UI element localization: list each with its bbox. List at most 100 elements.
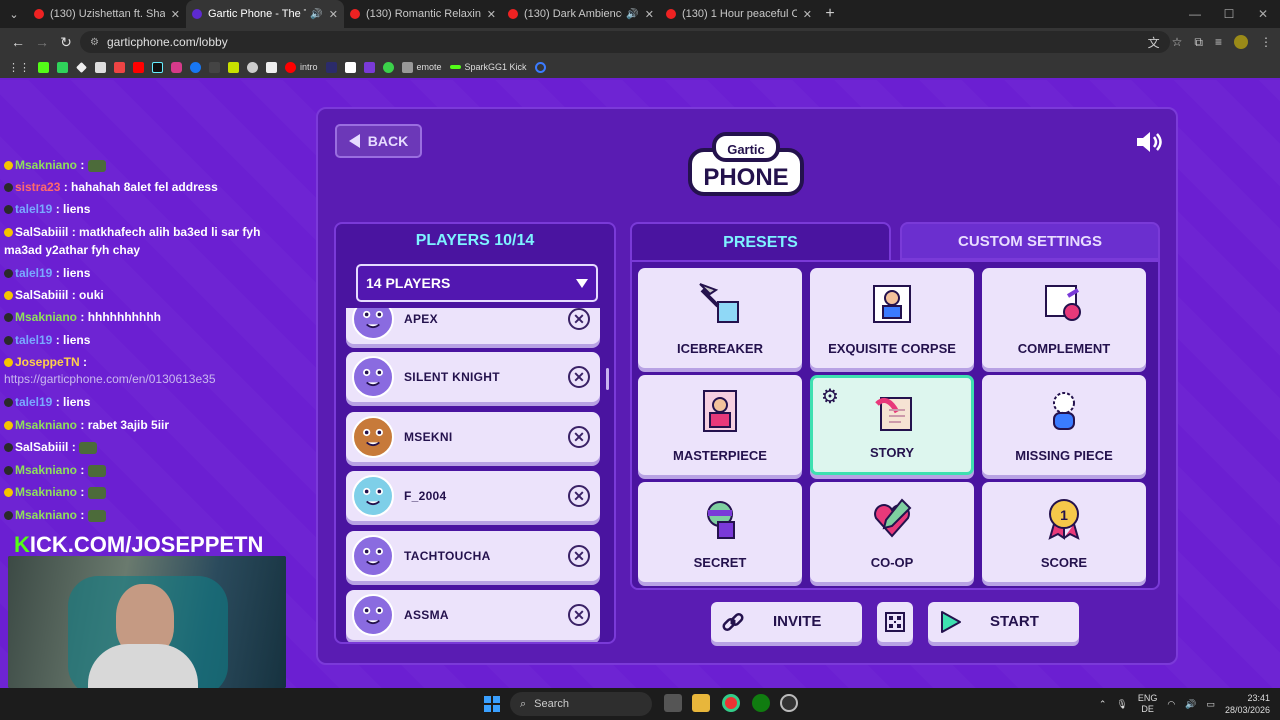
preset-card-secret[interactable]: SECRET [638,482,802,582]
preset-card-complement[interactable]: COMPLEMENT [982,268,1146,368]
site-info-icon[interactable]: ⚙ [90,37,99,48]
browser-tab[interactable]: (130) Uzishettan ft. Shaw - Hab ✕ [28,0,186,28]
microphone-icon[interactable]: 🎙 [1116,699,1127,710]
player-row: F_2004 ✕ [346,471,600,521]
speaker-icon[interactable] [1134,130,1164,154]
preset-card-masterpiece[interactable]: MASTERPIECE [638,375,802,475]
clock[interactable]: 23:41 28/03/2026 [1225,692,1270,716]
profile-avatar[interactable] [1234,35,1248,49]
bookmark-camera-icon[interactable] [247,61,258,73]
bookmark-scan-icon[interactable] [266,61,277,73]
url-field[interactable]: ⚙ garticphone.com/lobby [80,31,1170,53]
kick-player-close-icon[interactable]: ✕ [568,485,590,507]
browser-tab[interactable]: (130) Romantic Relaxing Music ✕ [344,0,502,28]
tab-close-icon[interactable]: ✕ [487,8,496,21]
players-scrollbar[interactable] [606,368,609,390]
tab-custom-settings[interactable]: CUSTOM SETTINGS [900,222,1160,260]
kick-player-close-icon[interactable]: ✕ [568,545,590,567]
preset-card-icebreaker[interactable]: ICEBREAKER [638,268,802,368]
language-indicator[interactable]: ENG DE [1138,693,1158,715]
url-text: garticphone.com/lobby [106,35,228,49]
preset-card-missing-piece[interactable]: MISSING PIECE [982,375,1146,475]
gear-icon[interactable]: ⚙ [821,384,839,409]
bookmark-circle-icon[interactable] [382,61,394,73]
browser-menu-icon[interactable]: ⋮ [1260,35,1272,49]
bookmark-youtube-icon[interactable] [133,61,144,73]
tab-search-button[interactable]: ⌄ [0,0,28,28]
back-nav-icon[interactable]: ← [6,34,30,50]
chrome-icon[interactable] [722,694,740,712]
bookmark-emote[interactable]: emote [401,61,442,73]
tab-title: (130) Romantic Relaxing Music [366,8,481,20]
extensions-icon[interactable]: ⧉ [1194,35,1203,50]
player-count-select[interactable]: 14 PLAYERS [356,264,598,302]
bookmark-gmail-icon[interactable] [114,61,125,73]
task-view-icon[interactable] [664,694,682,712]
invite-button[interactable]: INVITE [711,602,862,642]
translate-icon[interactable]: 文 [1148,34,1160,51]
volume-icon[interactable]: 🔊 [1185,699,1196,710]
preset-card-co-op[interactable]: CO-OP [810,482,974,582]
tab-audio-icon[interactable]: 🔊 [626,9,638,20]
xbox-icon[interactable] [752,694,770,712]
tab-close-icon[interactable]: ✕ [329,8,338,21]
tab-close-icon[interactable]: ✕ [171,8,180,21]
kick-player-close-icon[interactable]: ✕ [568,426,590,448]
bookmark-t-icon[interactable] [95,61,106,73]
minimize-button[interactable]: — [1178,0,1212,28]
reload-icon[interactable]: ↻ [54,34,78,51]
new-tab-button[interactable]: + [818,5,842,23]
bookmark-instagram-icon[interactable] [171,61,182,73]
bookmark-meta-icon[interactable] [534,61,546,73]
close-window-button[interactable]: ✕ [1246,0,1280,28]
kick-player-close-icon[interactable]: ✕ [568,604,590,626]
chat-message: Msakniano : [4,463,106,478]
bookmark-green-icon[interactable] [228,61,239,73]
battery-icon[interactable]: ▭ [1206,699,1215,710]
bookmark-d-icon[interactable] [57,61,68,73]
bookmark-tiktok-icon[interactable] [152,61,163,73]
windows-start-icon[interactable] [484,696,500,712]
players-list[interactable]: APEX ✕ SILENT KNIGHT ✕ MSEKNI ✕ F_2004 ✕ TACHTOU… [336,308,614,642]
bookmark-kick-icon[interactable] [38,61,49,73]
chat-username: SalSabiiil [15,225,69,239]
browser-tab[interactable]: Gartic Phone - The Telepho 🔊 ✕ [186,0,344,28]
chat-emote-icon [87,509,106,522]
back-button[interactable]: BACK [335,124,422,158]
bookmark-star-icon[interactable]: ☆ [1172,35,1183,49]
maximize-button[interactable]: ☐ [1212,0,1246,28]
bookmark-dark-icon[interactable] [209,61,220,73]
app-icon[interactable] [780,694,798,712]
preset-card-score[interactable]: 1 SCORE [982,482,1146,582]
bookmark-sparkgg-kick[interactable]: SparkGG1 Kick [449,62,527,72]
forward-nav-icon[interactable]: → [30,34,54,50]
start-button[interactable]: START [928,602,1079,642]
tab-close-icon[interactable]: ✕ [645,8,654,21]
tab-audio-icon[interactable]: 🔊 [310,9,322,20]
chat-badge-icon [4,511,13,521]
tray-chevron-icon[interactable]: ⌃ [1099,699,1107,710]
preset-card-story[interactable]: ⚙ STORY [810,375,974,475]
kick-player-close-icon[interactable]: ✕ [568,308,590,330]
bookmark-gartic-icon[interactable] [363,61,375,73]
gartic-lobby-page: Msakniano : sistra23 : hahahah 8alet fel… [0,80,1280,688]
chat-username: Msakniano [15,508,78,522]
bookmark-intro[interactable]: intro [285,61,318,73]
wifi-icon[interactable]: ◠ [1167,699,1175,710]
browser-tab[interactable]: (130) 1 Hour peaceful Oud | Ar ✕ [660,0,818,28]
bookmark-facebook-icon[interactable] [190,61,201,73]
qr-code-button[interactable] [877,602,913,642]
taskbar-search[interactable]: ⌕ Search [510,692,652,716]
preset-card-exquisite-corpse[interactable]: EXQUISITE CORPSE [810,268,974,368]
bookmark-v-icon[interactable] [325,61,337,73]
chat-link[interactable]: https://garticphone.com/en/0130613e35 [4,372,216,386]
file-explorer-icon[interactable] [692,694,710,712]
bookmark-diamond-icon[interactable] [76,61,87,73]
tab-close-icon[interactable]: ✕ [803,8,812,21]
apps-grid-icon[interactable]: ⋮⋮ [8,61,30,74]
kick-player-close-icon[interactable]: ✕ [568,366,590,388]
browser-tab[interactable]: (130) Dark Ambience - Hor 🔊 ✕ [502,0,660,28]
reading-list-icon[interactable]: ≡ [1215,35,1222,49]
tab-presets[interactable]: PRESETS [630,222,891,262]
bookmark-p-icon[interactable] [344,61,356,73]
